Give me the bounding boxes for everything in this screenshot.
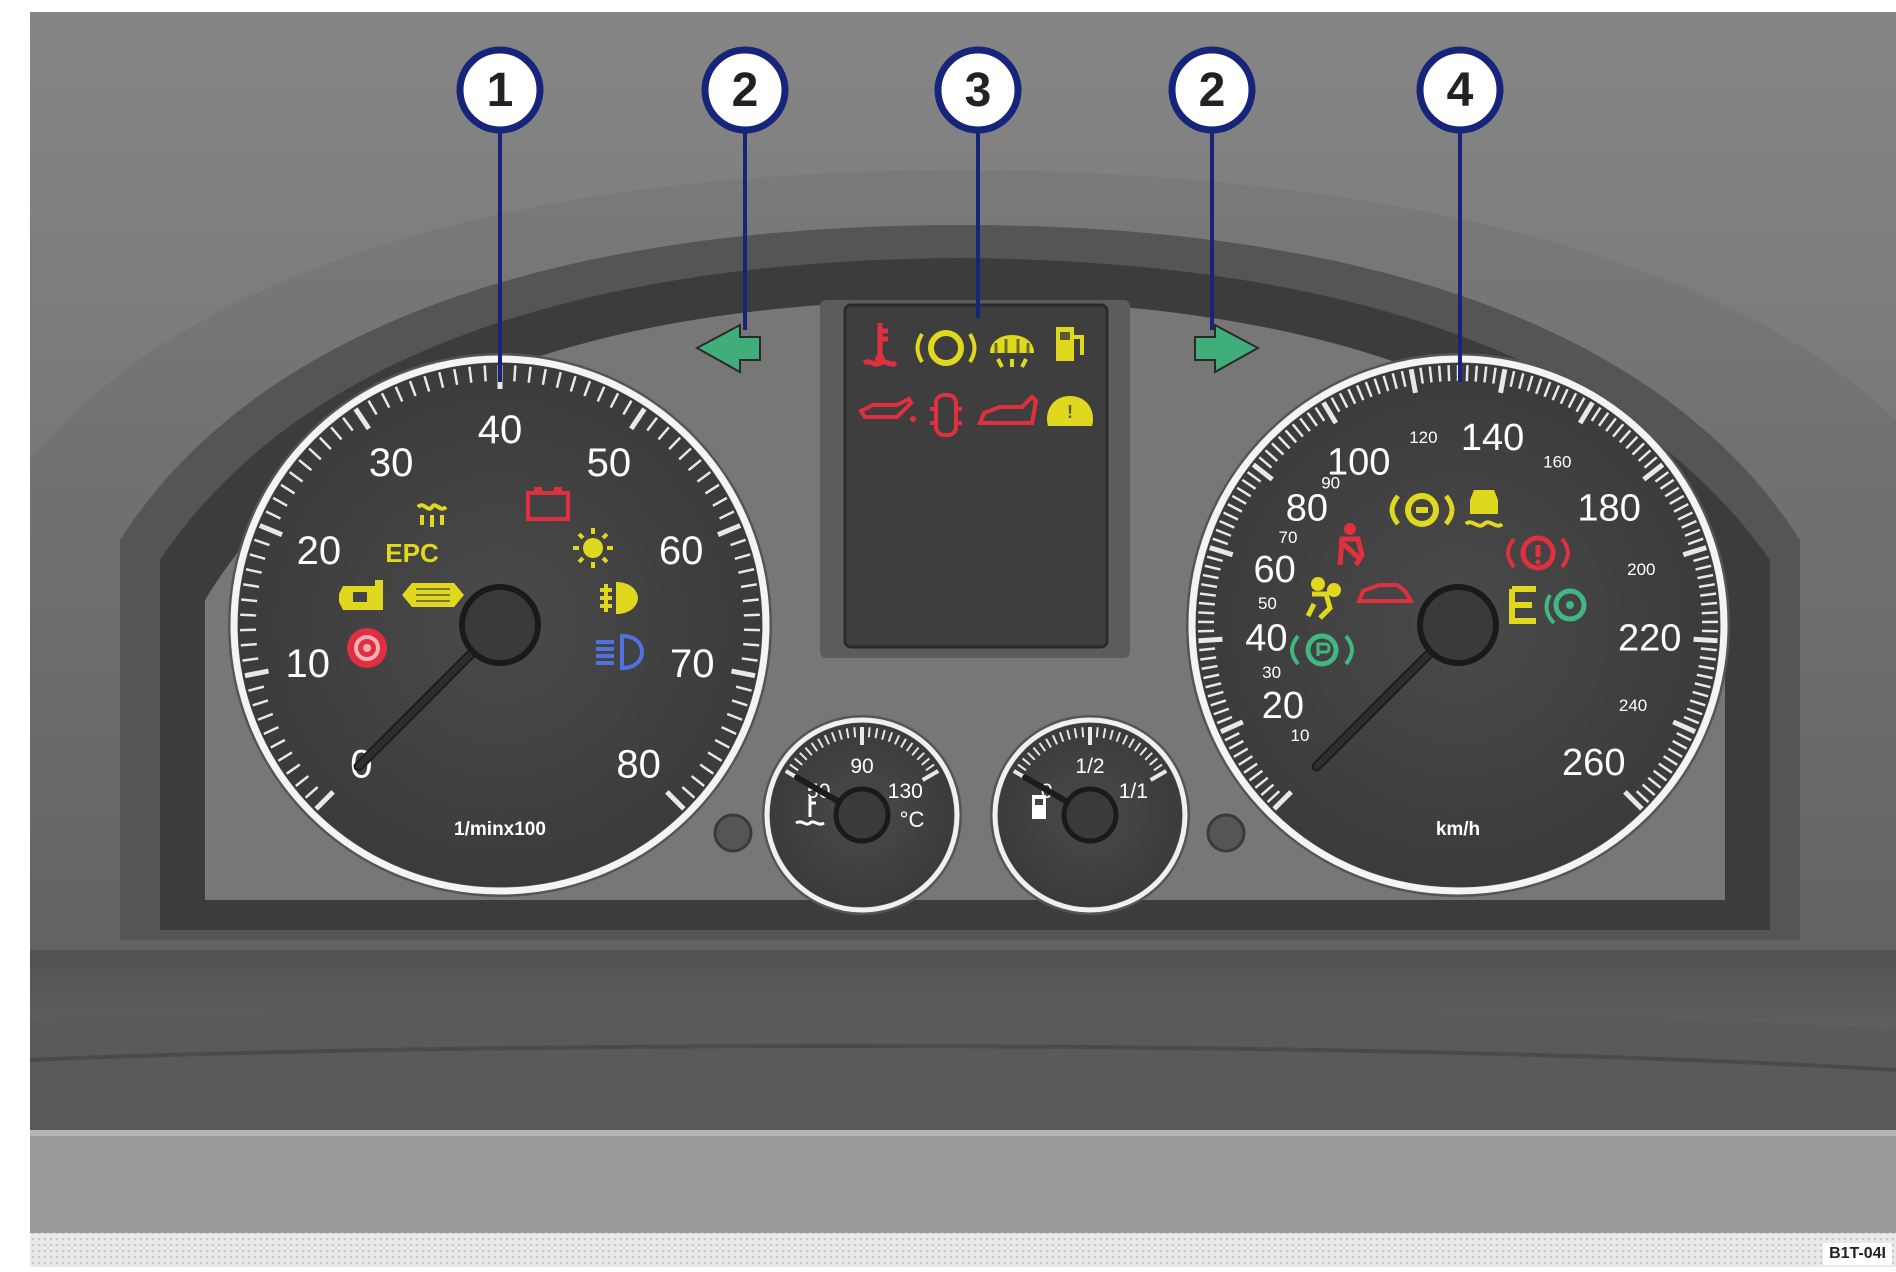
speedometer-scale-label: 260: [1562, 742, 1625, 784]
tachometer-scale-label: 30: [369, 441, 414, 485]
speedometer-minor-label: 10: [1291, 726, 1310, 745]
dial-tick: [240, 615, 256, 616]
dial-tick: [1694, 639, 1718, 640]
gauge-scale-label: 1/1: [1119, 780, 1148, 803]
speedometer-scale-label: 60: [1254, 549, 1296, 591]
dial-tick: [1199, 649, 1215, 651]
gauge-tick: [1097, 727, 1098, 737]
speedometer-scale-label: 20: [1262, 685, 1304, 727]
speedometer-minor-label: 240: [1619, 696, 1647, 715]
dial-tick: [485, 365, 486, 381]
speedometer-unit: km/h: [1436, 819, 1480, 840]
needle-hub: [1064, 789, 1116, 841]
tachometer: 010203040506070801/minx100: [228, 353, 772, 897]
light-bulb-fault-icon: [573, 528, 613, 568]
temperature-gauge: 5090130°C: [762, 715, 962, 915]
gauge-scale-label: 130: [888, 780, 923, 803]
speedometer-minor-label: 90: [1321, 473, 1340, 492]
speedometer-minor-label: 120: [1409, 428, 1437, 447]
tachometer-unit: 1/minx100: [454, 819, 546, 840]
instrument-cluster-diagram: 010203040506070801/minx100 2040608010014…: [0, 0, 1896, 1267]
needle-hub: [1420, 587, 1496, 663]
gauge-tick: [1082, 727, 1083, 737]
gauge-tick: [854, 727, 855, 737]
dotted-strip: [30, 1233, 1896, 1267]
dial-tick: [1702, 612, 1718, 613]
speedometer-scale-label: 180: [1577, 488, 1640, 530]
fuel-gauge: 01/21/1: [990, 715, 1190, 915]
indicator-dot-right: [1208, 815, 1244, 851]
tachometer-scale-label: 10: [286, 642, 331, 686]
speedometer: 2040608010014018022026010305070901201602…: [1186, 353, 1730, 897]
dial-tick: [1430, 367, 1432, 383]
needle-hub: [836, 789, 888, 841]
dial-tick: [514, 365, 515, 381]
dial-tick: [743, 600, 759, 602]
speedometer-minor-label: 160: [1543, 453, 1571, 472]
dial-tick: [744, 615, 760, 616]
gauge-scale-label: 90: [850, 755, 873, 778]
reference-code: B1T-04I: [1823, 1243, 1892, 1265]
dial-tick: [743, 644, 759, 645]
dial-tick: [1198, 639, 1222, 640]
dial-tick: [1701, 649, 1717, 651]
gauge-tick: [869, 727, 870, 737]
tachometer-scale-label: 20: [297, 529, 342, 573]
callout-3-label: 3: [965, 64, 992, 117]
callout-4-label: 4: [1447, 64, 1474, 117]
gauge-scale-label: 1/2: [1075, 755, 1104, 778]
speedometer-scale-label: 140: [1461, 417, 1524, 459]
svg-text:!: !: [1067, 402, 1073, 422]
dial-tick: [241, 600, 257, 602]
lower-panel: [30, 1130, 1896, 1233]
gauge-unit: °C: [900, 807, 925, 832]
speedometer-minor-label: 200: [1627, 560, 1655, 579]
callout-1-label: 1: [487, 64, 514, 117]
speedometer-minor-label: 70: [1279, 528, 1298, 547]
needle-hub: [462, 587, 538, 663]
dial-tick: [1467, 365, 1468, 381]
dial-tick: [1701, 603, 1717, 604]
dial-tick: [1199, 603, 1215, 604]
dial-tick: [1476, 366, 1477, 382]
fuel-pump-icon: [1032, 795, 1046, 819]
dial-tick: [1439, 366, 1440, 382]
tachometer-scale-label: 80: [616, 743, 661, 787]
speedometer-scale-label: 220: [1618, 618, 1681, 660]
speedometer-scale-label: 80: [1286, 488, 1328, 530]
steering-icon: [347, 628, 387, 668]
dial-tick: [1484, 367, 1486, 383]
tachometer-scale-label: 50: [587, 441, 632, 485]
callout-2-right-label: 2: [1199, 64, 1226, 117]
indicator-dot-left: [715, 815, 751, 851]
tachometer-scale-label: 40: [478, 408, 523, 452]
callout-2-left-label: 2: [732, 64, 759, 117]
dial-tick: [1198, 612, 1214, 613]
particulate-filter-icon: [402, 583, 464, 607]
dial-tick: [241, 644, 257, 645]
speedometer-minor-label: 50: [1258, 594, 1277, 613]
epc-icon: EPC: [385, 538, 439, 568]
speedometer-minor-label: 30: [1262, 663, 1281, 682]
speedometer-scale-label: 40: [1245, 618, 1287, 660]
tachometer-scale-label: 60: [659, 529, 704, 573]
tachometer-scale-label: 70: [670, 642, 715, 686]
dial-tick: [1449, 365, 1450, 381]
